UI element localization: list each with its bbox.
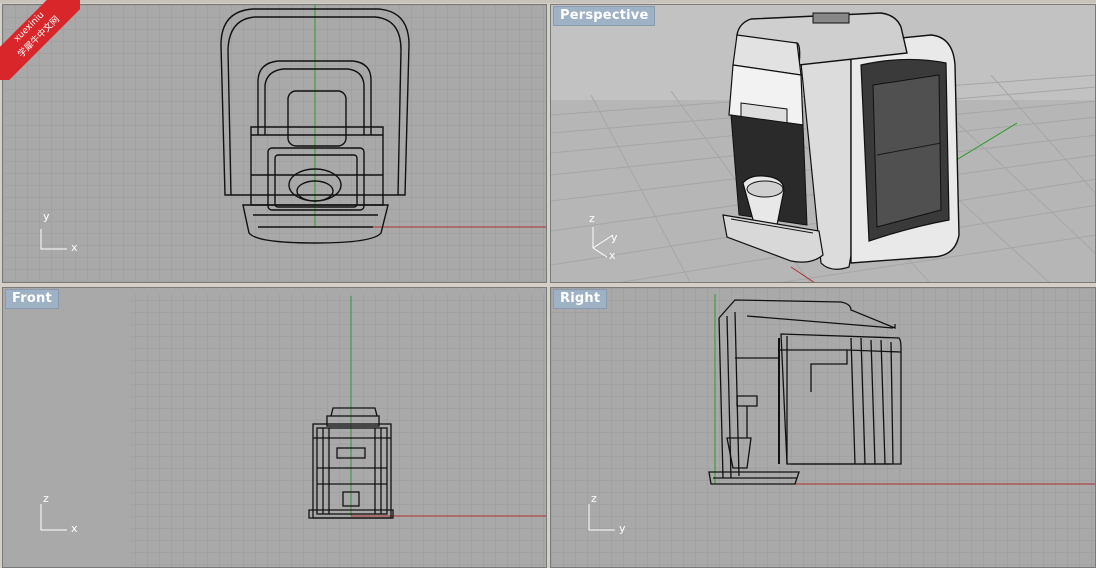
top-axis-icon: [40, 229, 67, 250]
axis-label-x: x: [71, 241, 78, 254]
axis-label-z: z: [589, 212, 595, 225]
viewport-perspective[interactable]: Perspective z y x: [550, 4, 1096, 283]
axis-label-z: z: [43, 492, 49, 505]
viewport-title-front[interactable]: Front: [5, 289, 59, 309]
axis-label-x: x: [71, 522, 78, 535]
front-axis-icon: [40, 504, 67, 531]
axis-label-z: z: [591, 492, 597, 505]
perspective-view-canvas: [551, 5, 1095, 282]
viewport-title-perspective[interactable]: Perspective: [553, 6, 656, 26]
window-top-border: [0, 0, 1096, 3]
viewport-front[interactable]: Front z x: [2, 287, 547, 568]
viewport-top[interactable]: y x: [2, 4, 547, 283]
axis-label-y: y: [611, 231, 618, 244]
axis-label-y: y: [619, 522, 626, 535]
right-axis-icon: [588, 504, 615, 531]
machine-perspective-render: [722, 12, 960, 270]
axis-label-y: y: [43, 210, 50, 223]
viewport-right[interactable]: Right z y: [550, 287, 1096, 568]
axis-label-x: x: [609, 249, 616, 262]
viewport-title-right[interactable]: Right: [553, 289, 608, 309]
